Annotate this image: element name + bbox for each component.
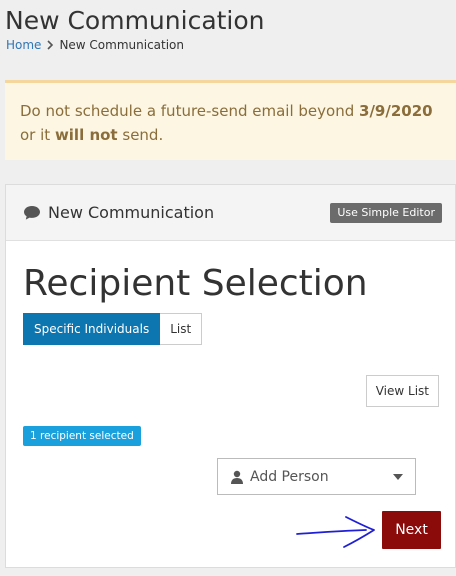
communication-panel: New Communication Use Simple Editor Reci… [5,184,456,568]
recipient-count-badge: 1 recipient selected [23,426,141,446]
next-button[interactable]: Next [382,511,441,549]
page-title: New Communication [5,6,265,35]
panel-title: New Communication [48,203,215,222]
alert-text-middle: or it [20,126,55,144]
add-person-label: Add Person [250,468,329,485]
chevron-right-icon [47,40,54,50]
recipient-selection-title: Recipient Selection [23,263,368,304]
recipient-mode-toggle: Specific Individuals List [23,313,203,345]
schedule-warning-alert: Do not schedule a future-send email beyo… [5,80,456,160]
tab-list[interactable]: List [160,313,203,345]
breadcrumb-current: New Communication [59,38,185,52]
alert-text-after: send. [117,126,164,144]
caret-down-icon [393,474,403,480]
alert-emphasis: will not [54,126,118,144]
person-icon [231,470,243,484]
breadcrumb-home-link[interactable]: Home [6,37,41,53]
add-person-picker[interactable]: Add Person [217,458,416,495]
breadcrumb: Home New Communication [6,37,184,53]
alert-text-before: Do not schedule a future-send email beyo… [20,102,360,120]
panel-heading: New Communication Use Simple Editor [6,185,455,241]
use-simple-editor-button[interactable]: Use Simple Editor [330,203,442,223]
annotation-arrow-icon [296,516,375,548]
alert-date: 3/9/2020 [359,102,433,120]
tab-specific-individuals[interactable]: Specific Individuals [23,313,161,345]
view-list-button[interactable]: View List [365,375,439,407]
chat-icon [24,206,40,220]
